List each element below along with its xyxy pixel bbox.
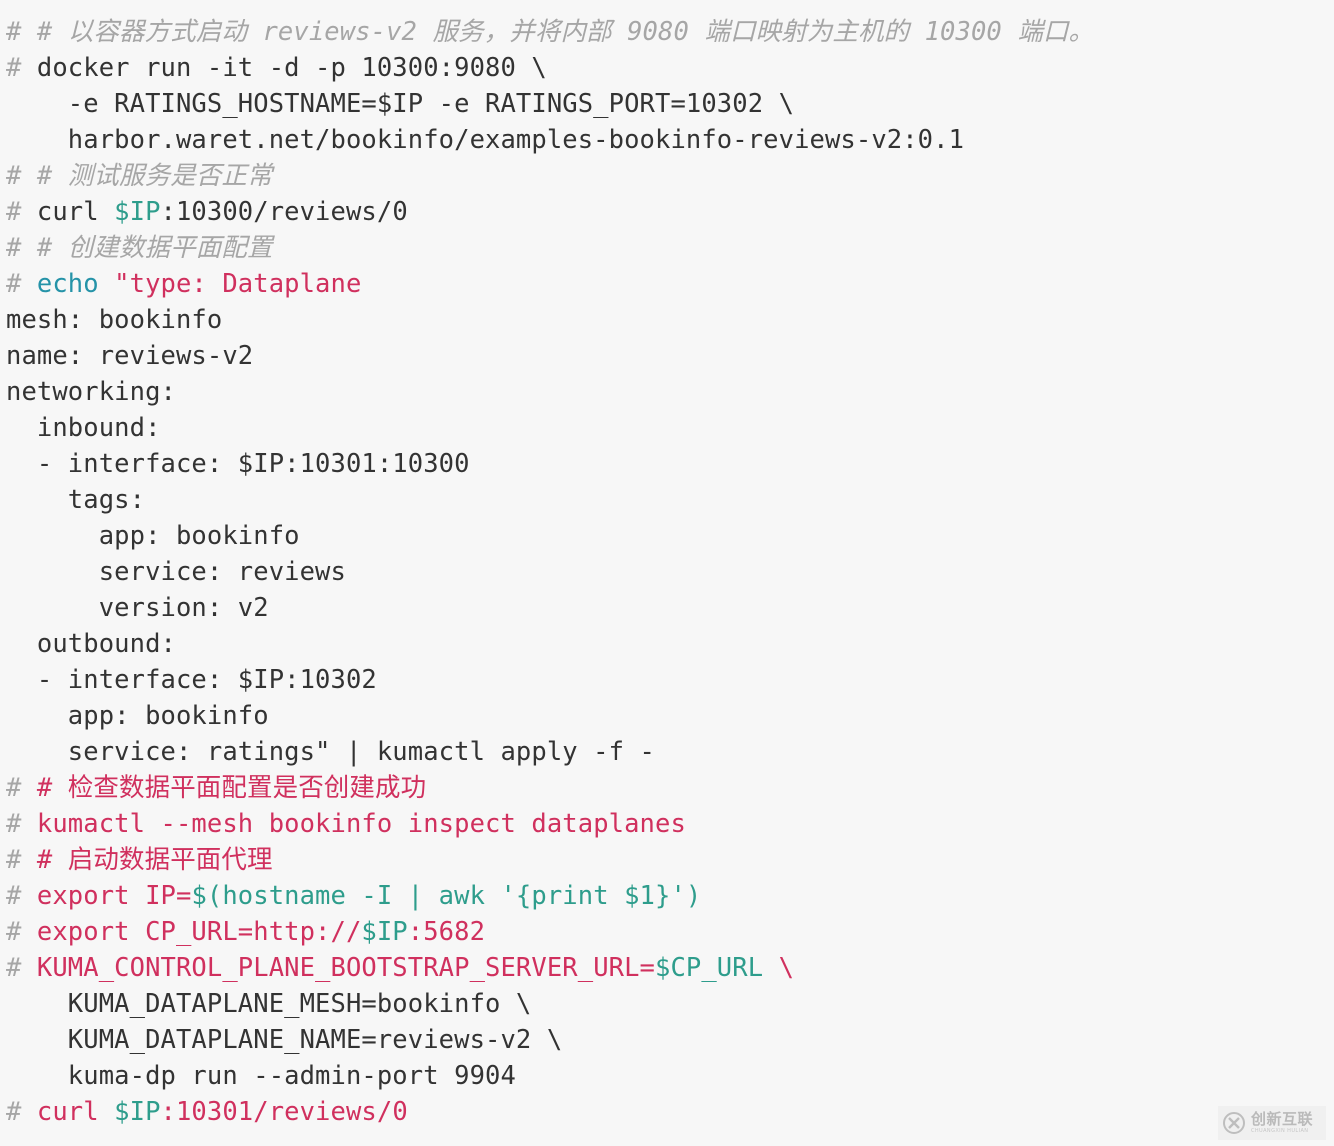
code-token-comment: # 创建数据平面配置	[36, 233, 273, 263]
code-line: # # 以容器方式启动 reviews-v2 服务，并将内部 9080 端口映射…	[0, 14, 1334, 50]
code-line: tags:	[0, 482, 1334, 518]
code-token-plain: docker run -it -d -p 10300:9080 \	[36, 53, 547, 83]
code-line: - interface: $IP:10302	[0, 662, 1334, 698]
code-line: outbound:	[0, 626, 1334, 662]
code-token-prompt: #	[6, 809, 37, 839]
code-line: -e RATINGS_HOSTNAME=$IP -e RATINGS_PORT=…	[0, 86, 1334, 122]
code-token-plain: curl	[36, 197, 115, 227]
code-token-comment: # 测试服务是否正常	[36, 161, 273, 191]
code-token-plain: tags:	[6, 485, 146, 515]
watermark-cn-label: 创新互联	[1251, 1110, 1314, 1128]
code-line: # # 检查数据平面配置是否创建成功	[0, 770, 1334, 806]
code-token-prompt: #	[6, 197, 37, 227]
watermark-en-label: CHUANGXIN HULIAN	[1251, 1128, 1309, 1134]
code-token-plain: - interface: $IP:10302	[6, 665, 377, 695]
code-line: kuma-dp run --admin-port 9904	[0, 1058, 1334, 1094]
code-line: KUMA_DATAPLANE_MESH=bookinfo \	[0, 986, 1334, 1022]
code-token-prompt: #	[6, 53, 37, 83]
code-token-plain: networking:	[6, 377, 176, 407]
code-token-prompt: #	[6, 1097, 37, 1127]
code-line: service: ratings" | kumactl apply -f -	[0, 734, 1334, 770]
code-token-crimson: export CP_URL=http://	[36, 917, 362, 947]
code-token-plain: kuma-dp run --admin-port 9904	[6, 1061, 516, 1091]
code-line: app: bookinfo	[0, 518, 1334, 554]
code-token-plain: inbound:	[6, 413, 161, 443]
code-token-prompt: #	[6, 17, 37, 47]
code-line: KUMA_DATAPLANE_NAME=reviews-v2 \	[0, 1022, 1334, 1058]
code-token-prompt: #	[6, 161, 37, 191]
code-line: # curl $IP:10300/reviews/0	[0, 194, 1334, 230]
code-token-crimson: "type: Dataplane	[114, 269, 362, 299]
code-token-crimson: export IP=	[36, 881, 192, 911]
code-token-crimson: kumactl --mesh bookinfo inspect dataplan…	[36, 809, 686, 839]
code-token-prompt: #	[6, 845, 37, 875]
code-line: # echo "type: Dataplane	[0, 266, 1334, 302]
code-token-prompt: #	[6, 917, 37, 947]
code-token-plain: service: reviews	[6, 557, 346, 587]
code-token-plain: version: v2	[6, 593, 269, 623]
code-line: # # 测试服务是否正常	[0, 158, 1334, 194]
code-token-teal: $CP_URL	[655, 953, 764, 983]
watermark-logo-icon	[1222, 1111, 1246, 1135]
code-token-plain: - interface: $IP:10301:10300	[6, 449, 470, 479]
code-token-plain: name: reviews-v2	[6, 341, 254, 371]
code-line: # # 创建数据平面配置	[0, 230, 1334, 266]
code-token-crimson: curl	[36, 1097, 115, 1127]
code-token-teal: $IP	[114, 1097, 161, 1127]
code-line: version: v2	[0, 590, 1334, 626]
code-token-plain: app: bookinfo	[6, 701, 269, 731]
code-line: mesh: bookinfo	[0, 302, 1334, 338]
code-token-plain: app: bookinfo	[6, 521, 300, 551]
code-token-plain: harbor.waret.net/bookinfo/examples-booki…	[6, 125, 965, 155]
code-line: networking:	[0, 374, 1334, 410]
code-token-plain: KUMA_DATAPLANE_MESH=bookinfo \	[6, 989, 532, 1019]
code-line: # kumactl --mesh bookinfo inspect datapl…	[0, 806, 1334, 842]
code-token-blue_teal: echo	[36, 269, 115, 299]
code-token-crimson: # 启动数据平面代理	[36, 845, 273, 875]
code-token-plain: -e RATINGS_HOSTNAME=$IP -e RATINGS_PORT=…	[6, 89, 795, 119]
code-token-prompt: #	[6, 773, 37, 803]
code-token-crimson: # 检查数据平面配置是否创建成功	[36, 773, 427, 803]
code-line: name: reviews-v2	[0, 338, 1334, 374]
code-token-plain: mesh: bookinfo	[6, 305, 223, 335]
code-token-prompt: #	[6, 269, 37, 299]
code-line: # export IP=$(hostname -I | awk '{print …	[0, 878, 1334, 914]
code-token-crimson: :10301/reviews/0	[160, 1097, 408, 1127]
code-token-crimson: :5682	[407, 917, 486, 947]
code-block: # # 以容器方式启动 reviews-v2 服务，并将内部 9080 端口映射…	[0, 0, 1334, 1146]
code-line: harbor.waret.net/bookinfo/examples-booki…	[0, 122, 1334, 158]
code-line: # curl $IP:10301/reviews/0	[0, 1094, 1334, 1130]
code-line: # # 启动数据平面代理	[0, 842, 1334, 878]
code-line: service: reviews	[0, 554, 1334, 590]
code-token-crimson: KUMA_CONTROL_PLANE_BOOTSTRAP_SERVER_URL=	[36, 953, 655, 983]
code-token-teal: $IP	[114, 197, 161, 227]
code-line: # export CP_URL=http://$IP:5682	[0, 914, 1334, 950]
code-line: # KUMA_CONTROL_PLANE_BOOTSTRAP_SERVER_UR…	[0, 950, 1334, 986]
code-line-list: # # 以容器方式启动 reviews-v2 服务，并将内部 9080 端口映射…	[0, 14, 1334, 1130]
code-token-plain: service: ratings" | kumactl apply -f -	[6, 737, 655, 767]
code-line: inbound:	[0, 410, 1334, 446]
code-token-plain: KUMA_DATAPLANE_NAME=reviews-v2 \	[6, 1025, 563, 1055]
code-token-crimson: \	[763, 953, 795, 983]
code-token-plain: :10300/reviews/0	[160, 197, 408, 227]
code-token-prompt: #	[6, 953, 37, 983]
code-token-prompt: #	[6, 881, 37, 911]
code-token-comment: # 以容器方式启动 reviews-v2 服务，并将内部 9080 端口映射为主…	[36, 17, 1095, 47]
code-line: app: bookinfo	[0, 698, 1334, 734]
watermark-text: 创新互联 CHUANGXIN HULIAN	[1251, 1112, 1313, 1134]
code-token-teal: $IP	[361, 917, 408, 947]
code-line: # docker run -it -d -p 10300:9080 \	[0, 50, 1334, 86]
code-line: - interface: $IP:10301:10300	[0, 446, 1334, 482]
code-token-teal: $(hostname -I | awk '{print $1}')	[191, 881, 702, 911]
code-token-prompt: #	[6, 233, 37, 263]
watermark: 创新互联 CHUANGXIN HULIAN	[1218, 1106, 1326, 1140]
code-token-plain: outbound:	[6, 629, 176, 659]
